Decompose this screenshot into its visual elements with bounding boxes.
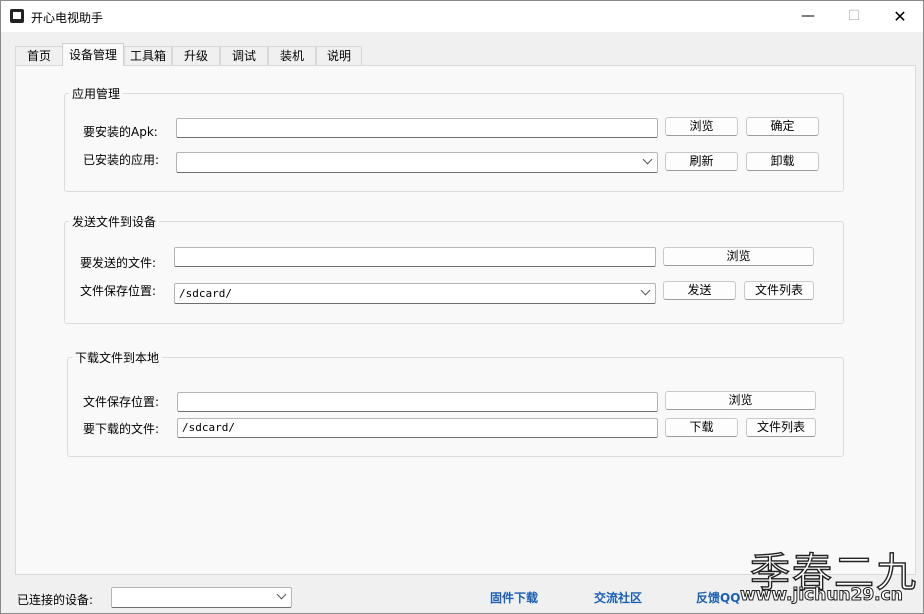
device-manage-page: 应用管理 要安装的Apk: 浏览 确定 已安装的应用: 刷新 卸载 发送文件到设… [15, 65, 916, 575]
tab-help[interactable]: 说明 [316, 46, 362, 65]
tab-device-manage[interactable]: 设备管理 [62, 43, 124, 66]
apk-confirm-button[interactable]: 确定 [746, 117, 819, 136]
send-file-group: 发送文件到设备 [64, 213, 844, 324]
chevron-down-icon [276, 589, 287, 600]
download-button[interactable]: 下载 [665, 418, 738, 437]
send-save-location-value: /sdcard/ [179, 287, 232, 300]
download-save-location-input[interactable] [177, 392, 658, 412]
apk-input[interactable] [176, 118, 658, 138]
refresh-button[interactable]: 刷新 [665, 152, 738, 171]
app-manage-group: 应用管理 [64, 85, 844, 192]
watermark: 季春二九 www.jichun29.cn [740, 540, 924, 614]
download-file-list-button[interactable]: 文件列表 [746, 418, 816, 437]
tab-install[interactable]: 装机 [268, 46, 316, 65]
apk-browse-button[interactable]: 浏览 [665, 117, 738, 136]
chevron-down-icon [642, 154, 653, 165]
firmware-download-link[interactable]: 固件下载 [490, 589, 538, 606]
tab-toolbox[interactable]: 工具箱 [124, 46, 172, 65]
send-browse-button[interactable]: 浏览 [663, 247, 814, 266]
title-bar[interactable]: 开心电视助手 — ☐ ✕ [1, 1, 923, 32]
send-file-input[interactable] [174, 247, 656, 267]
tab-home[interactable]: 首页 [15, 46, 63, 65]
installed-apps-label: 已安装的应用: [83, 153, 160, 167]
send-button[interactable]: 发送 [663, 281, 736, 300]
connected-device-label: 已连接的设备: [17, 593, 94, 607]
send-file-list-button[interactable]: 文件列表 [744, 281, 814, 300]
maximize-button[interactable]: ☐ [831, 1, 877, 32]
download-file-input[interactable]: /sdcard/ [177, 418, 658, 438]
send-save-location-dropdown[interactable]: /sdcard/ [174, 283, 656, 304]
feedback-qq-link[interactable]: 反馈QQ [696, 589, 740, 606]
tab-debug[interactable]: 调试 [220, 46, 268, 65]
download-browse-button[interactable]: 浏览 [665, 391, 816, 410]
uninstall-button[interactable]: 卸载 [746, 152, 819, 171]
send-file-label: 要发送的文件: [80, 256, 157, 270]
chevron-down-icon [640, 285, 651, 296]
close-button[interactable]: ✕ [877, 1, 923, 32]
installed-apps-dropdown[interactable] [176, 152, 658, 173]
minimize-button[interactable]: — [785, 1, 831, 32]
apk-label: 要安装的Apk: [83, 125, 158, 139]
tab-upgrade[interactable]: 升级 [172, 46, 220, 65]
watermark-url: www.jichun29.cn [740, 585, 904, 606]
app-window: 开心电视助手 — ☐ ✕ 首页 设备管理 工具箱 升级 调试 装机 说明 应用管… [0, 0, 924, 614]
send-save-location-label: 文件保存位置: [80, 284, 157, 298]
app-icon [10, 9, 24, 23]
send-file-legend: 发送文件到设备 [72, 215, 157, 229]
community-link[interactable]: 交流社区 [594, 589, 642, 606]
connected-device-dropdown[interactable] [111, 587, 292, 608]
download-file-label: 要下载的文件: [83, 422, 160, 436]
window-title: 开心电视助手 [31, 11, 104, 25]
app-manage-legend: 应用管理 [72, 87, 121, 101]
download-file-legend: 下载文件到本地 [75, 351, 160, 365]
download-save-location-label: 文件保存位置: [83, 395, 160, 409]
